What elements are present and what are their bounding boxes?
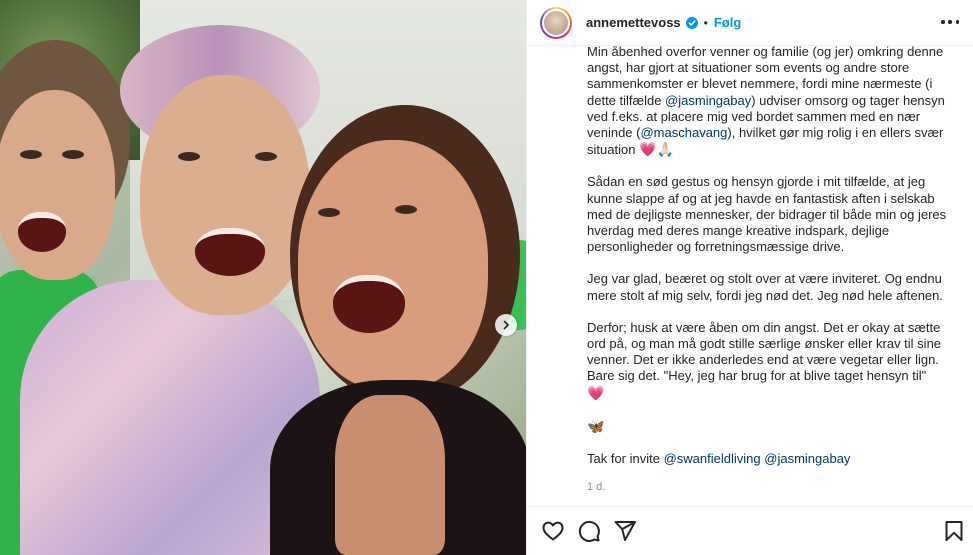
carousel-next-button[interactable] (495, 314, 517, 336)
person-left-mouth (18, 212, 66, 252)
person-middle-face (140, 75, 310, 315)
caption-paragraph-2: Sådan en sød gestus og hensyn gjorde i m… (587, 174, 947, 255)
post-caption: Min åbenhed overfor venner og familie (o… (587, 46, 957, 483)
send-icon (614, 521, 636, 541)
caption-text: Tak for invite (587, 451, 664, 467)
follow-button[interactable]: Følg (714, 15, 741, 30)
username-link[interactable]: annemettevoss (586, 15, 681, 30)
like-button[interactable] (541, 519, 565, 543)
chevron-right-icon (503, 320, 509, 330)
more-options-icon[interactable] (941, 13, 959, 31)
emoji: 🦋 (587, 417, 605, 434)
separator-dot: • (703, 15, 708, 30)
share-button[interactable] (613, 519, 637, 543)
mention-link[interactable]: @jasmingabay (764, 451, 850, 466)
person-right-eye (395, 205, 417, 214)
person-right-mouth (333, 275, 405, 333)
caption-paragraph-4: Derfor; husk at være åben om din angst. … (587, 320, 957, 402)
caption-text: Derfor; husk at være åben om din angst. … (587, 319, 942, 384)
caption-paragraph-1: Min åbenhed overfor venner og familie (o… (587, 46, 957, 158)
mention-link[interactable]: @jasmingabay (665, 93, 751, 108)
heart-icon (542, 521, 564, 541)
caption-paragraph-3: Jeg var glad, beæret og stolt over at væ… (587, 271, 944, 303)
mention-link[interactable]: @swanfieldliving (664, 451, 761, 466)
save-button[interactable] (942, 519, 966, 543)
post-header: annemettevoss • Følg (527, 0, 973, 46)
mention-link[interactable]: @maschavang (640, 125, 727, 140)
action-bar (527, 506, 973, 555)
person-middle-eye (255, 152, 277, 161)
caption-paragraph-6: Tak for invite @swanfieldliving @jasming… (587, 451, 957, 467)
person-right-face (298, 140, 488, 390)
post-sidebar: annemettevoss • Følg Min åbenhed overfor… (526, 0, 973, 555)
comment-icon (578, 520, 600, 542)
post-photo[interactable] (0, 0, 526, 555)
avatar[interactable] (540, 6, 572, 39)
emoji: 💗🙏🏻 (639, 141, 674, 158)
emoji: 💗 (587, 384, 605, 401)
caption-scroll-area[interactable]: Min åbenhed overfor venner og familie (o… (527, 46, 973, 506)
bookmark-icon (945, 521, 963, 541)
person-middle-eye (178, 152, 200, 161)
post-timestamp[interactable]: 1 d. (587, 481, 605, 493)
person-middle-mouth (195, 228, 265, 276)
caption-paragraph-5: 🦋 (587, 418, 957, 435)
verified-badge-icon (685, 16, 698, 29)
person-left-eye (62, 150, 84, 159)
person-right-eye (318, 208, 340, 217)
comment-button[interactable] (577, 519, 601, 543)
person-left-eye (20, 150, 42, 159)
person-right-neckline (335, 395, 445, 555)
person-left-face (0, 90, 115, 280)
